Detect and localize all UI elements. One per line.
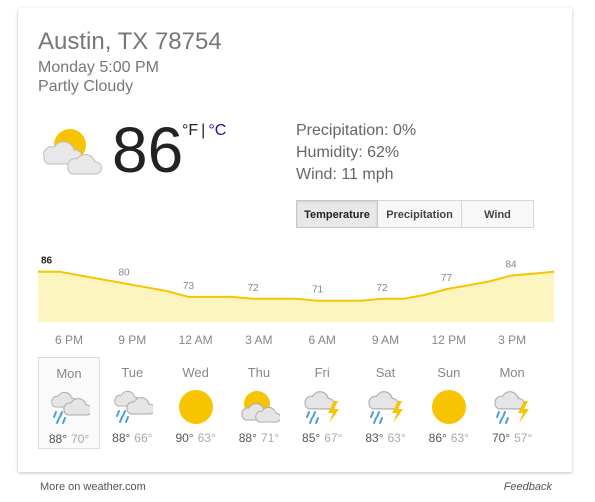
day-temps: 90° 63°: [165, 431, 227, 445]
hour-label: 3 AM: [245, 333, 273, 347]
day-name: Mon: [499, 365, 525, 380]
hour-label: 9 PM: [118, 333, 147, 347]
chart-data-label: 86: [41, 256, 53, 267]
low-temp: 71°: [260, 431, 280, 445]
precipitation-text: Precipitation: 0%: [296, 122, 417, 139]
day-name: Thu: [247, 365, 271, 380]
high-temp: 86°: [428, 431, 447, 445]
chart-data-label: 72: [247, 283, 259, 294]
hour-label: 3 PM: [498, 333, 527, 347]
condition-text: Partly Cloudy: [38, 78, 134, 95]
sun-icon: [431, 390, 466, 424]
weather-card: Austin, TX 78754 Monday 5:00 PM Partly C…: [18, 8, 572, 472]
day-forecast-mon-7[interactable]: Mon 70° 57°: [481, 357, 543, 449]
chart-data-label: 73: [183, 281, 195, 292]
day-forecast-wed-2[interactable]: Wed 90° 63°: [165, 357, 227, 449]
high-temp: 88°: [238, 431, 257, 445]
sun-icon: [178, 390, 213, 424]
chart-tabs: Temperature Precipitation Wind: [296, 200, 534, 228]
day-forecast-mon-0[interactable]: Mon 88° 70°: [38, 357, 100, 449]
low-temp: 70°: [71, 432, 90, 446]
day-name: Tue: [121, 365, 144, 380]
day-name: Sat: [375, 365, 396, 380]
day-temps: 88° 70°: [39, 432, 99, 446]
weather-details: Precipitation: 0% Humidity: 62% Wind: 11…: [296, 120, 416, 186]
day-temps: 88° 66°: [101, 431, 163, 445]
day-name: Mon: [56, 366, 82, 381]
day-temps: 86° 63°: [418, 431, 480, 445]
datetime-text: Monday 5:00 PM: [38, 59, 159, 76]
hour-labels: 6 PM 9 PM 12 AM 3 AM 6 AM 9 AM 12 PM 3 PM: [38, 333, 554, 349]
day-forecast-tue-1[interactable]: Tue 88° 66°: [101, 357, 163, 449]
low-temp: 67°: [324, 431, 343, 445]
day-temps: 85° 67°: [291, 431, 353, 445]
hour-label: 12 PM: [431, 333, 467, 347]
rain-clouds-icon: [51, 391, 90, 424]
tab-precipitation[interactable]: Precipitation: [378, 200, 462, 228]
rain-clouds-icon: [114, 390, 154, 423]
low-temp: 66°: [134, 431, 153, 445]
partly-cloudy-icon: [241, 391, 280, 423]
high-temp: 90°: [175, 431, 194, 445]
unit-separator: |: [201, 122, 206, 139]
high-temp: 70°: [491, 431, 511, 445]
weather-source-link[interactable]: More on weather.com: [40, 481, 146, 493]
day-temps: 83° 63°: [355, 431, 417, 445]
chart-data-label: 77: [441, 273, 453, 284]
low-temp: 63°: [197, 431, 216, 445]
day-forecast-thu-3[interactable]: Thu 88° 71°: [228, 357, 290, 449]
fahrenheit-unit[interactable]: °F: [182, 122, 198, 139]
day-temps: 88° 71°: [228, 431, 290, 445]
day-name: Fri: [314, 365, 330, 380]
feedback-link[interactable]: Feedback: [504, 481, 552, 493]
day-forecast-sat-5[interactable]: Sat 83° 63°: [355, 357, 417, 449]
thunderstorm-icon: [304, 391, 340, 424]
celsius-unit-link[interactable]: °C: [208, 122, 226, 139]
hour-label: 6 PM: [54, 333, 84, 347]
daily-forecast: Mon 88° 70° Tue 88° 66° Wed 90° 63° Thu 88° 71° Fri 8…: [38, 357, 554, 449]
thunderstorm-icon: [494, 391, 530, 424]
unit-switch: °F | °C: [182, 122, 226, 140]
thunderstorm-icon: [368, 391, 403, 424]
chart-data-label: 84: [505, 260, 517, 271]
day-forecast-fri-4[interactable]: Fri 85° 67°: [291, 357, 353, 449]
day-name: Wed: [182, 365, 209, 380]
hour-label: 6 AM: [308, 333, 336, 347]
current-temperature: 86: [112, 114, 184, 186]
high-temp: 83°: [365, 431, 384, 445]
chart-data-label: 72: [376, 283, 388, 294]
temperature-chart: 86 80 73 72 71 72 77 84: [38, 256, 554, 322]
low-temp: 63°: [450, 431, 469, 445]
hour-label: 9 AM: [371, 333, 400, 347]
high-temp: 85°: [302, 431, 321, 445]
day-forecast-sun-6[interactable]: Sun 86° 63°: [418, 357, 480, 449]
day-temps: 70° 57°: [481, 431, 543, 445]
chart-area: [38, 271, 554, 322]
high-temp: 88°: [112, 431, 131, 445]
tab-wind[interactable]: Wind: [462, 200, 534, 228]
tab-temperature[interactable]: Temperature: [296, 200, 378, 228]
hour-label: 12 AM: [178, 333, 213, 347]
chart-data-label: 80: [118, 267, 130, 278]
location-title: Austin, TX 78754: [38, 28, 222, 55]
wind-text: Wind: 11 mph: [296, 166, 394, 183]
chart-data-label: 71: [312, 285, 324, 296]
low-temp: 57°: [514, 431, 533, 445]
partly-cloudy-icon: [43, 129, 102, 175]
day-name: Sun: [437, 365, 461, 380]
humidity-text: Humidity: 62%: [296, 144, 400, 161]
low-temp: 63°: [387, 431, 406, 445]
high-temp: 88°: [48, 432, 67, 446]
